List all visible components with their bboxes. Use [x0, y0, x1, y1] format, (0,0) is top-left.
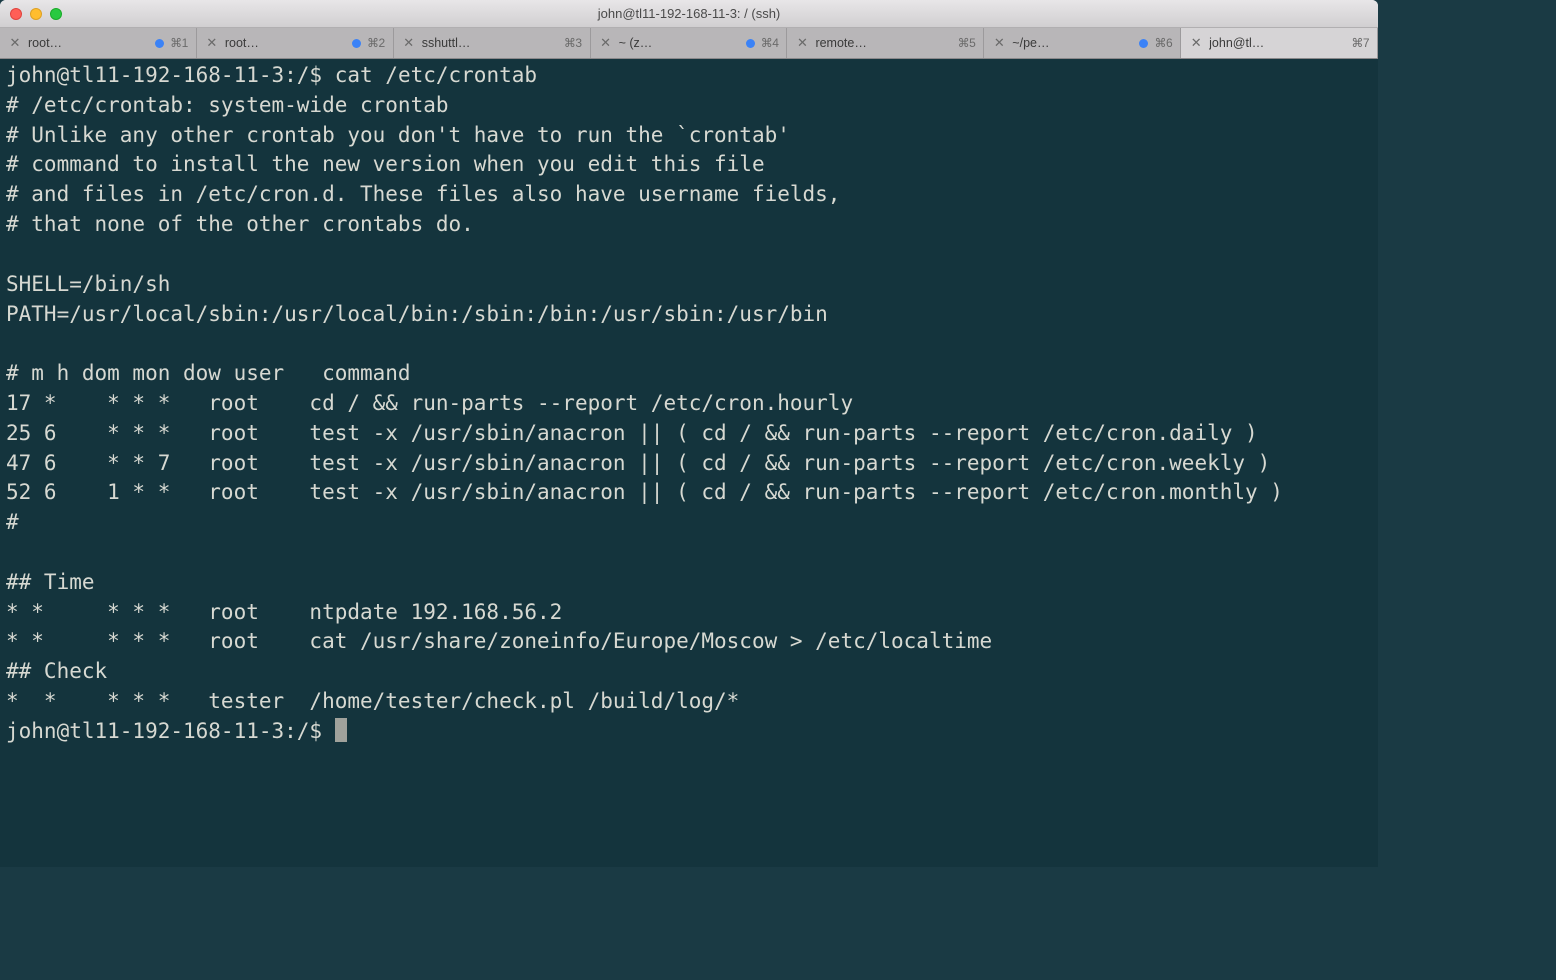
- tab-shortcut: ⌘1: [170, 36, 188, 50]
- command-output: # /etc/crontab: system-wide crontab # Un…: [6, 93, 1283, 713]
- tab-label: sshuttl…: [422, 36, 558, 50]
- tab-shortcut: ⌘6: [1154, 36, 1172, 50]
- activity-dot-icon: [155, 39, 164, 48]
- tab-6[interactable]: ✕ ~/pe… ⌘6: [984, 28, 1181, 58]
- close-icon[interactable]: ✕: [599, 36, 613, 50]
- titlebar[interactable]: john@tl11-192-168-11-3: / (ssh): [0, 0, 1378, 28]
- tab-2[interactable]: ✕ root… ⌘2: [197, 28, 394, 58]
- tab-1[interactable]: ✕ root… ⌘1: [0, 28, 197, 58]
- terminal-window: john@tl11-192-168-11-3: / (ssh) ✕ root… ⌘1…: [0, 0, 1378, 867]
- shell-prompt: john@tl11-192-168-11-3:/$: [6, 719, 335, 743]
- cursor: [335, 718, 347, 742]
- tab-shortcut: ⌘5: [958, 36, 976, 50]
- close-icon[interactable]: ✕: [8, 36, 22, 50]
- tab-shortcut: ⌘2: [367, 36, 385, 50]
- minimize-button[interactable]: [30, 8, 42, 20]
- tab-shortcut: ⌘4: [761, 36, 779, 50]
- activity-dot-icon: [746, 39, 755, 48]
- tab-label: root…: [225, 36, 346, 50]
- close-icon[interactable]: ✕: [795, 36, 809, 50]
- tab-3[interactable]: ✕ sshuttl… ⌘3: [394, 28, 591, 58]
- tab-shortcut: ⌘7: [1351, 36, 1369, 50]
- traffic-lights: [0, 8, 62, 20]
- tab-5[interactable]: ✕ remote… ⌘5: [787, 28, 984, 58]
- tab-label: ~/pe…: [1012, 36, 1133, 50]
- tab-label: ~ (z…: [619, 36, 740, 50]
- activity-dot-icon: [1139, 39, 1148, 48]
- close-button[interactable]: [10, 8, 22, 20]
- tab-bar: ✕ root… ⌘1 ✕ root… ⌘2 ✕ sshuttl… ⌘3 ✕ ~ (z… ⌘4 ✕ remo…: [0, 28, 1378, 59]
- tab-label: root…: [28, 36, 149, 50]
- zoom-button[interactable]: [50, 8, 62, 20]
- shell-prompt: john@tl11-192-168-11-3:/$: [6, 63, 335, 87]
- tab-label: john@tl…: [1209, 36, 1345, 50]
- tab-shortcut: ⌘3: [564, 36, 582, 50]
- close-icon[interactable]: ✕: [1189, 36, 1203, 50]
- terminal-output[interactable]: john@tl11-192-168-11-3:/$ cat /etc/cront…: [0, 59, 1378, 867]
- window-title: john@tl11-192-168-11-3: / (ssh): [0, 6, 1378, 21]
- close-icon[interactable]: ✕: [992, 36, 1006, 50]
- tab-7[interactable]: ✕ john@tl… ⌘7: [1181, 28, 1378, 58]
- activity-dot-icon: [352, 39, 361, 48]
- tab-label: remote…: [815, 36, 951, 50]
- shell-command: cat /etc/crontab: [335, 63, 537, 87]
- close-icon[interactable]: ✕: [205, 36, 219, 50]
- tab-4[interactable]: ✕ ~ (z… ⌘4: [591, 28, 788, 58]
- close-icon[interactable]: ✕: [402, 36, 416, 50]
